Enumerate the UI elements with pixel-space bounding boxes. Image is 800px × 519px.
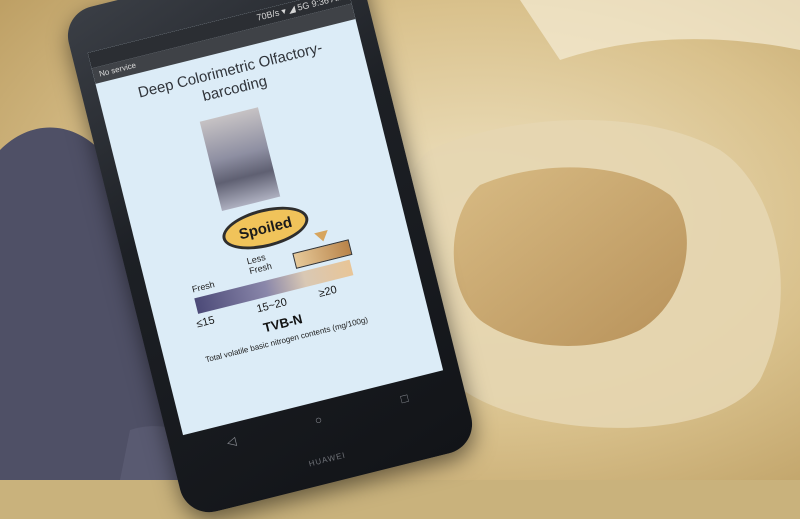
- home-icon[interactable]: ○: [313, 412, 323, 427]
- metric-caption: Total volatile basic nitrogen contents (…: [204, 315, 369, 365]
- barcode-photo: [199, 107, 281, 212]
- indicator-arrow: [314, 230, 331, 244]
- tick-mid: 15~20: [255, 296, 289, 316]
- back-icon[interactable]: ◁: [225, 434, 237, 450]
- meat-sample: [453, 167, 687, 347]
- recents-icon[interactable]: □: [399, 391, 409, 406]
- tick-high: ≥20: [317, 283, 339, 300]
- fresh-label: Fresh: [190, 279, 216, 295]
- less-fresh-label: Less Fresh: [245, 252, 273, 277]
- tick-low: ≤15: [195, 314, 216, 331]
